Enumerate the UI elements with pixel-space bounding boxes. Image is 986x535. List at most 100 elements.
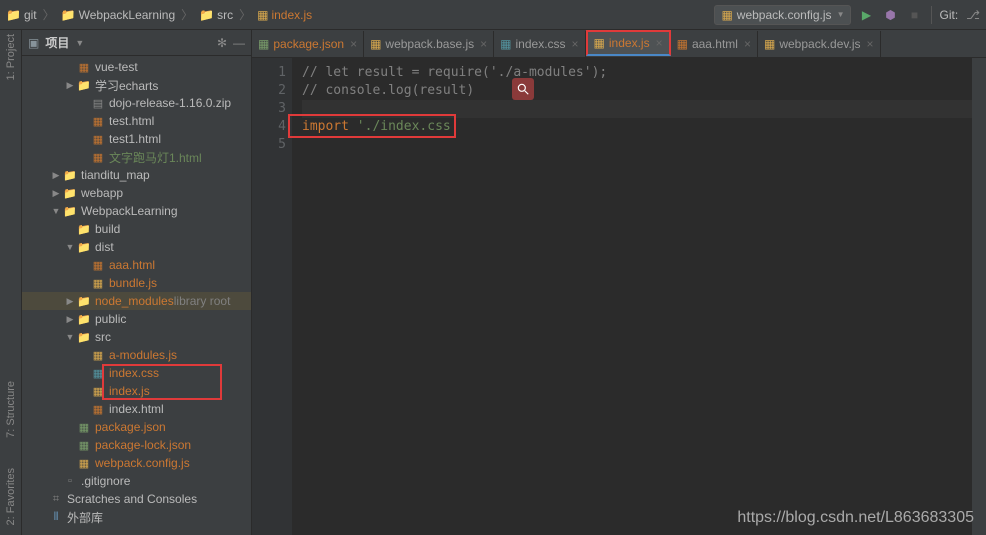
search-indicator-icon[interactable]	[512, 78, 534, 100]
editor-tab[interactable]: ▦webpack.base.js×	[364, 31, 494, 57]
code-editor[interactable]: // let result = require('./a-modules');/…	[292, 58, 972, 535]
line-number: 2	[252, 82, 286, 100]
close-tab-icon[interactable]: ×	[350, 37, 357, 51]
tree-arrow-icon[interactable]: ▶	[50, 188, 62, 199]
tree-row[interactable]: ⌗Scratches and Consoles	[22, 490, 251, 508]
tree-row[interactable]: ▦文字跑马灯1.html	[22, 148, 251, 166]
tree-arrow-icon[interactable]: ▼	[50, 206, 62, 216]
tree-row[interactable]: ▦package-lock.json	[22, 436, 251, 454]
breadcrumb-item[interactable]: ▦index.js	[257, 8, 312, 22]
tree-arrow-icon[interactable]: ▼	[64, 242, 76, 252]
tree-arrow-icon[interactable]: ▶	[64, 296, 76, 307]
tree-row[interactable]: ▶📁node_modules library root	[22, 292, 251, 310]
tree-item-label: dojo-release-1.16.0.zip	[109, 96, 231, 110]
tree-item-label: bundle.js	[109, 276, 157, 290]
tree-arrow-icon[interactable]: ▼	[64, 332, 76, 342]
tree-row[interactable]: ▶📁public	[22, 310, 251, 328]
highlight-import-box	[288, 114, 456, 138]
tree-row[interactable]: ▦index.css	[22, 364, 251, 382]
breadcrumb-label: src	[217, 8, 233, 22]
tree-row[interactable]: ▦test1.html	[22, 130, 251, 148]
tab-label: index.css	[516, 37, 566, 51]
tree-item-label: package-lock.json	[95, 438, 191, 452]
tree-row[interactable]: ▦index.html	[22, 400, 251, 418]
file-icon: ▫	[62, 475, 78, 487]
tree-row[interactable]: ▦bundle.js	[22, 274, 251, 292]
breadcrumb-item[interactable]: 📁git	[6, 8, 37, 22]
tree-arrow-icon[interactable]: ▶	[50, 170, 62, 181]
editor-tab[interactable]: ▦ package.json ×	[252, 31, 364, 57]
editor-tab[interactable]: ▦webpack.dev.js×	[758, 31, 881, 57]
tree-row[interactable]: ▦webpack.config.js	[22, 454, 251, 472]
js-icon: ▦	[90, 349, 106, 362]
tree-row[interactable]: ▦test.html	[22, 112, 251, 130]
html-icon: ▦	[677, 37, 688, 51]
close-tab-icon[interactable]: ×	[744, 37, 751, 51]
panel-title: 项目	[45, 34, 69, 51]
top-toolbar: 📁git〉📁WebpackLearning〉📁src〉▦index.js ▦ w…	[0, 0, 986, 30]
project-panel-header: ▣ 项目 ▼ ✻ —	[22, 30, 251, 56]
breadcrumb-label: WebpackLearning	[79, 8, 176, 22]
code-line[interactable]: // console.log(result)	[302, 82, 972, 100]
code-line[interactable]	[302, 136, 972, 154]
tree-item-label: build	[95, 222, 120, 236]
editor-tab[interactable]: ▦ index.css ×	[494, 31, 585, 57]
stop-button[interactable]: ■	[907, 7, 923, 23]
project-tool-button[interactable]: 1: Project	[5, 34, 17, 80]
close-tab-icon[interactable]: ×	[866, 37, 873, 51]
editor-tab[interactable]: ▦aaa.html×	[671, 31, 758, 57]
folder-icon: 📁	[62, 187, 78, 200]
tree-row[interactable]: ▦a-modules.js	[22, 346, 251, 364]
js-icon: ▦	[90, 277, 106, 290]
favorites-tool-button[interactable]: 2: Favorites	[5, 468, 17, 525]
tree-item-label: public	[95, 312, 126, 326]
json-icon: ▦	[258, 37, 269, 51]
tree-row[interactable]: ▦aaa.html	[22, 256, 251, 274]
tree-row[interactable]: ▫.gitignore	[22, 472, 251, 490]
debug-button[interactable]: ⬢	[883, 7, 899, 23]
tree-arrow-icon[interactable]: ▶	[64, 80, 76, 91]
tab-label: index.js	[609, 36, 650, 50]
structure-tool-button[interactable]: 7: Structure	[5, 381, 17, 438]
css-icon: ▦	[500, 37, 511, 51]
line-number: 3	[252, 100, 286, 118]
git-branch-icon[interactable]: ⎇	[966, 8, 980, 22]
dropdown-icon[interactable]: ▼	[75, 38, 84, 48]
project-tree[interactable]: ▦vue-test▶📁学习echarts▤dojo-release-1.16.0…	[22, 56, 251, 535]
run-button[interactable]: ▶	[859, 7, 875, 23]
tree-row[interactable]: ▦index.js	[22, 382, 251, 400]
html-icon: ▦	[90, 259, 106, 272]
folder-icon: 📁	[76, 241, 92, 254]
tab-label: package.json	[273, 37, 344, 51]
breadcrumb-item[interactable]: 📁src	[199, 8, 233, 22]
js-icon: ▦	[721, 8, 732, 22]
tree-row[interactable]: ▶📁webapp	[22, 184, 251, 202]
code-line[interactable]: // let result = require('./a-modules');	[302, 64, 972, 82]
folder-icon: 📁	[199, 8, 214, 22]
css-icon: ▦	[90, 367, 106, 380]
editor-tab[interactable]: ▦index.js×	[586, 30, 671, 56]
breadcrumb-label: index.js	[271, 8, 312, 22]
tree-row[interactable]: ▶📁学习echarts	[22, 76, 251, 94]
panel-gear-icon[interactable]: ✻	[217, 36, 227, 50]
breadcrumb-item[interactable]: 📁WebpackLearning	[61, 8, 175, 22]
html-icon: ▦	[90, 115, 106, 128]
run-config-selector[interactable]: ▦ webpack.config.js	[714, 5, 850, 25]
close-tab-icon[interactable]: ×	[656, 36, 663, 50]
close-tab-icon[interactable]: ×	[572, 37, 579, 51]
tree-row[interactable]: ▦package.json	[22, 418, 251, 436]
tree-row[interactable]: 📁build	[22, 220, 251, 238]
close-tab-icon[interactable]: ×	[480, 37, 487, 51]
tree-row[interactable]: ▼📁src	[22, 328, 251, 346]
tree-item-label: webpack.config.js	[95, 456, 190, 470]
tree-row[interactable]: ▼📁WebpackLearning	[22, 202, 251, 220]
tree-arrow-icon[interactable]: ▶	[64, 314, 76, 325]
panel-collapse-icon[interactable]: —	[233, 36, 245, 50]
tree-row[interactable]: ▼📁dist	[22, 238, 251, 256]
tree-row[interactable]: ▶📁tianditu_map	[22, 166, 251, 184]
tree-row[interactable]: ▤dojo-release-1.16.0.zip	[22, 94, 251, 112]
tree-row[interactable]: ▦vue-test	[22, 58, 251, 76]
tree-item-label: test1.html	[109, 132, 161, 146]
tree-row[interactable]: ⫴外部库	[22, 508, 251, 526]
breadcrumb-label: git	[24, 8, 37, 22]
